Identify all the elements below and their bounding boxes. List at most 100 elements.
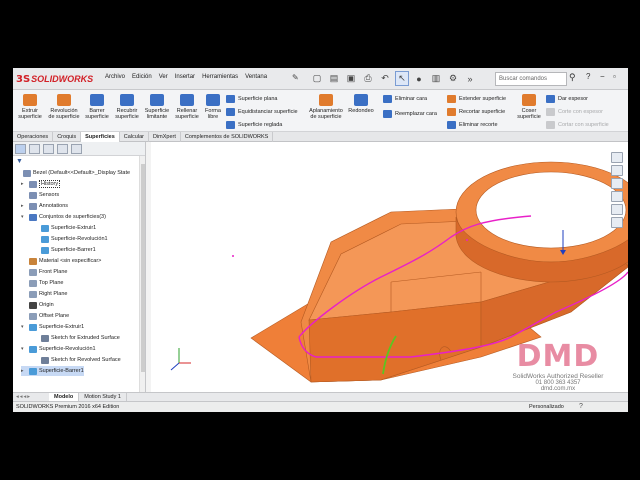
tab-navigation-arrows[interactable]: ◂◂◂▸ — [13, 393, 49, 401]
dimxpert-manager-tab-icon[interactable] — [57, 143, 68, 154]
logo-mark: 3S — [16, 73, 31, 85]
tree-item[interactable]: ▸ Annotations — [21, 201, 68, 211]
tree-item[interactable]: Origin — [21, 300, 54, 310]
options-gear-icon[interactable]: ⚙ — [446, 71, 460, 86]
sketch-point[interactable] — [232, 255, 234, 257]
tree-item[interactable]: ▾ Superficie-Revolución1 — [21, 344, 96, 354]
replace-face-button[interactable]: Reemplazar cara — [383, 110, 437, 118]
tab-motion-study[interactable]: Motion Study 1 — [79, 393, 127, 401]
file-explorer-icon[interactable] — [611, 178, 623, 189]
property-manager-tab-icon[interactable] — [29, 143, 40, 154]
knit-surface-button[interactable]: Coser superficie — [515, 94, 543, 120]
units-selector[interactable]: Personalizado — [529, 404, 564, 410]
expand-arrow-icon[interactable]: ▾ — [21, 214, 27, 220]
thicken-button[interactable]: Dar espesor — [546, 95, 588, 103]
help-icon[interactable]: ? — [586, 72, 590, 81]
expand-arrow-icon[interactable]: ▾ — [21, 346, 27, 352]
delete-face-button[interactable]: Eliminar cara — [383, 95, 427, 103]
menu-ver[interactable]: Ver — [159, 74, 168, 80]
tree-item[interactable]: ▾ Conjuntos de superficies(3) — [21, 212, 106, 222]
tab-complementos[interactable]: Complementos de SOLIDWORKS — [181, 132, 274, 142]
filter-icon[interactable]: ▼ — [16, 158, 23, 165]
menu-ventana[interactable]: Ventana — [245, 74, 267, 80]
tree-item[interactable]: Sketch for Revolved Surface — [33, 355, 121, 365]
tab-calcular[interactable]: Calcular — [120, 132, 149, 142]
menu-herramientas[interactable]: Herramientas — [202, 74, 238, 80]
tree-item[interactable]: Superficie-Extruir1 — [33, 223, 96, 233]
flatten-surface-button[interactable]: Aplanamiento de superficie — [308, 94, 344, 120]
tab-superficies[interactable]: Superficies — [81, 132, 120, 142]
tree-item[interactable]: Superficie-Revolución1 — [33, 234, 108, 244]
tree-item[interactable]: Sensors — [21, 190, 59, 200]
tree-item[interactable]: Material <sin especificar> — [21, 256, 101, 266]
menu-insertar[interactable]: Insertar — [175, 74, 195, 80]
tree-item[interactable]: ▾ Superficie-Extruir1 — [21, 322, 84, 332]
expand-arrow-icon[interactable]: ▾ — [21, 324, 27, 330]
appearances-icon[interactable] — [611, 204, 623, 215]
feature-icon — [41, 224, 49, 232]
untrim-surface-button[interactable]: Eliminar recorte — [447, 121, 498, 129]
revolve-surface-button[interactable]: Revolución de superficie — [47, 94, 81, 120]
tree-item[interactable]: ▸ History — [21, 179, 61, 189]
rebuild-icon[interactable]: ● — [412, 71, 426, 86]
tab-dimxpert[interactable]: DimXpert — [149, 132, 181, 142]
save-icon[interactable]: ▣ — [344, 71, 358, 86]
expand-arrow-icon[interactable]: ▸ — [21, 368, 27, 374]
tab-modelo[interactable]: Modelo — [49, 393, 80, 401]
tree-item[interactable]: Right Plane — [21, 289, 67, 299]
tree-item[interactable]: Top Plane — [21, 278, 63, 288]
tree-item[interactable]: Offset Plane — [21, 311, 69, 321]
expand-arrow-icon[interactable]: ▸ — [21, 181, 27, 187]
feature-icon — [29, 191, 37, 199]
file-properties-icon[interactable]: ▥ — [429, 71, 443, 86]
extrude-surface-button[interactable]: Extruir superficie — [15, 94, 45, 120]
configuration-manager-tab-icon[interactable] — [43, 143, 54, 154]
new-document-icon[interactable]: ▢ — [310, 71, 324, 86]
tree-item[interactable]: Sketch for Extruded Surface — [33, 333, 120, 343]
sweep-surface-button[interactable]: Barrer superficie — [83, 94, 111, 120]
design-library-icon[interactable] — [611, 165, 623, 176]
trim-surface-button[interactable]: Recortar superficie — [447, 108, 505, 116]
expand-arrow-icon[interactable]: ▸ — [21, 203, 27, 209]
tree-item[interactable]: Front Plane — [21, 267, 67, 277]
button-label: Rellenar superficie — [175, 108, 199, 120]
fillet-button[interactable]: Redondeo — [346, 94, 376, 114]
home-icon[interactable] — [611, 152, 623, 163]
tree-root[interactable]: Bezel (Default<<Default>_Display State — [15, 168, 130, 178]
help-status-icon[interactable]: ? — [579, 403, 583, 410]
restore-icon[interactable]: ▫ — [613, 72, 616, 81]
surface-cut-button[interactable]: Cortar con superficie — [546, 121, 609, 129]
undo-icon[interactable]: ↶ — [378, 71, 392, 86]
pin-icon[interactable]: ✎ — [292, 73, 299, 82]
tab-operaciones[interactable]: Operaciones — [13, 132, 54, 142]
solidworks-logo[interactable]: 3S SOLIDWORKS — [16, 72, 93, 86]
sketch-point[interactable] — [466, 239, 468, 241]
tab-croquis[interactable]: Croquis — [53, 132, 82, 142]
display-manager-tab-icon[interactable] — [71, 143, 82, 154]
boundary-surface-button[interactable]: Superficie limitante — [143, 94, 171, 120]
search-commands-input[interactable]: Buscar comandos — [495, 72, 567, 86]
feature-manager-tab-icon[interactable] — [15, 143, 26, 154]
planar-surface-button[interactable]: Superficie plana — [226, 95, 277, 103]
custom-properties-icon[interactable] — [611, 217, 623, 228]
thickened-cut-button[interactable]: Corte con espesor — [546, 108, 603, 116]
tree-scrollbar[interactable] — [139, 156, 145, 392]
tree-item[interactable]: ▸ Superficie-Barrer1 — [21, 366, 84, 376]
tree-item[interactable]: Superficie-Barrer1 — [33, 245, 96, 255]
minimize-icon[interactable]: − — [600, 72, 605, 81]
menu-archivo[interactable]: Archivo — [105, 74, 125, 80]
search-icon[interactable]: ⚲ — [569, 72, 576, 83]
fill-surface-button[interactable]: Rellenar superficie — [173, 94, 201, 120]
print-icon[interactable]: ⎙ — [361, 71, 375, 86]
ruled-surface-button[interactable]: Superficie reglada — [226, 121, 282, 129]
menu-edicion[interactable]: Edición — [132, 74, 152, 80]
view-palette-icon[interactable] — [611, 191, 623, 202]
feature-icon — [29, 257, 37, 265]
customize-chevron-icon[interactable]: » — [463, 71, 477, 86]
offset-surface-button[interactable]: Equidistanciar superficie — [226, 108, 298, 116]
open-folder-icon[interactable]: ▤ — [327, 71, 341, 86]
freeform-button[interactable]: Forma libre — [203, 94, 223, 120]
select-arrow-icon[interactable]: ↖ — [395, 71, 409, 86]
extend-surface-button[interactable]: Extender superficie — [447, 95, 506, 103]
loft-surface-button[interactable]: Recubrir superficie — [113, 94, 141, 120]
